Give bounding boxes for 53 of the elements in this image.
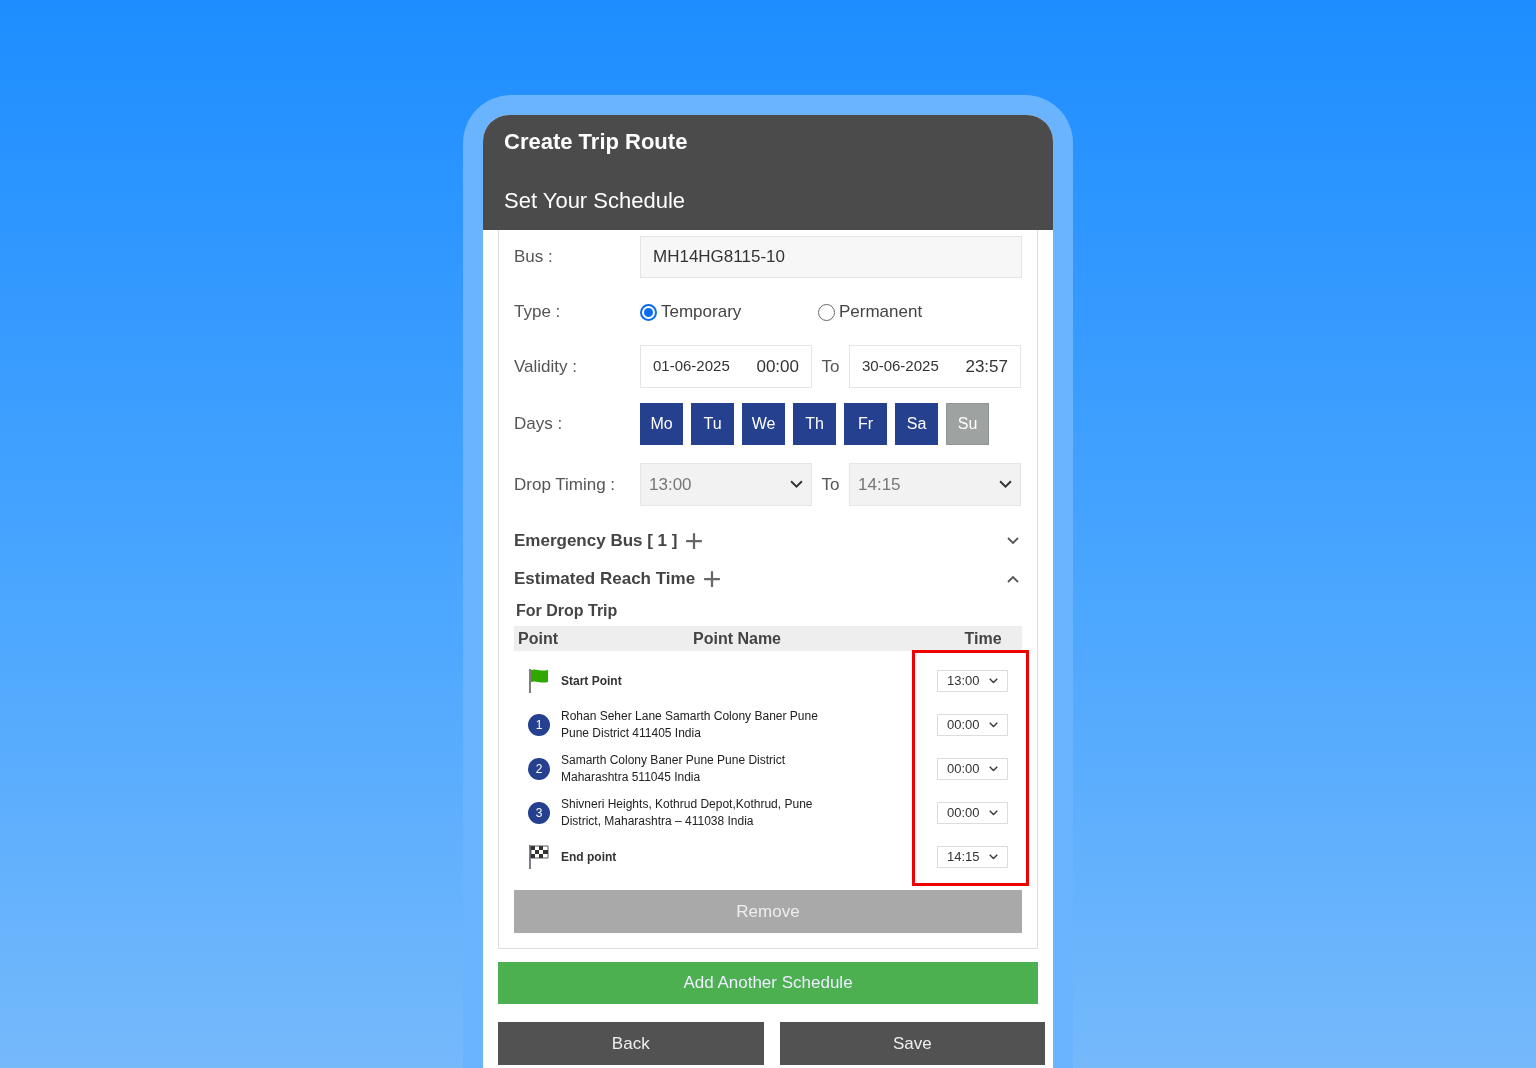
field-label: Drop Timing : (514, 473, 617, 496)
chevron-down-icon (989, 722, 998, 728)
point-name: Start Point (561, 672, 623, 690)
time-select[interactable]: 00:00 (937, 802, 1008, 824)
chevron-down-icon (989, 810, 998, 816)
time-select[interactable]: 14:15 (849, 463, 1021, 506)
plus-icon[interactable] (703, 570, 722, 588)
field-label: Validity : (514, 355, 578, 378)
page-title: Create Trip Route (504, 128, 689, 156)
to-label: To (820, 355, 841, 378)
point-name: Rohan Seher Lane Samarth Colony Baner Pune Pune District 411405 India (561, 708, 819, 742)
point-name: Shivneri Heights, Kothrud Depot,Kothrud, Pune District, Maharashtra – 411038 India (561, 796, 814, 830)
radio-option[interactable]: Permanent (818, 299, 996, 325)
day-toggle[interactable]: Sa (895, 403, 938, 445)
chevron-down-icon (989, 766, 998, 772)
day-toggle[interactable]: Fr (844, 403, 887, 445)
time-select[interactable]: 00:00 (937, 714, 1008, 736)
date-time-field[interactable]: 01-06-2025 00:00 (640, 345, 812, 388)
stop-number: 2 (528, 758, 550, 780)
day-toggle[interactable]: Th (793, 403, 836, 445)
chevron-up-icon (1007, 575, 1019, 583)
chevron-down-icon (790, 480, 803, 489)
plus-icon[interactable] (685, 532, 704, 550)
table-header: Point Point Name Time (514, 626, 1022, 651)
time-select[interactable]: 13:00 (937, 670, 1008, 692)
chevron-down-icon (989, 678, 998, 684)
time-select[interactable]: 00:00 (937, 758, 1008, 780)
field-label: Days : (514, 413, 564, 436)
section-title[interactable]: Estimated Reach Time (514, 566, 696, 592)
time-select[interactable]: 14:15 (937, 846, 1008, 868)
date-time-field[interactable]: 30-06-2025 23:57 (849, 345, 1021, 388)
field-label: Type : (514, 301, 562, 324)
point-name: End point (561, 848, 618, 866)
save-button[interactable]: Save (779, 1022, 1045, 1065)
field-label: Bus : (514, 246, 554, 269)
chevron-down-icon (999, 480, 1012, 489)
day-toggle[interactable]: We (742, 403, 785, 445)
back-button[interactable]: Back (498, 1022, 764, 1065)
time-select[interactable]: 13:00 (640, 463, 812, 506)
day-toggle[interactable]: Tu (691, 403, 734, 445)
chevron-down-icon (1007, 537, 1019, 545)
day-toggle[interactable]: Mo (640, 403, 683, 445)
stop-number: 3 (528, 802, 550, 824)
point-name: Samarth Colony Baner Pune Pune District Maharashtra 511045 India (561, 752, 787, 786)
stop-number: 1 (528, 714, 550, 736)
radio-button[interactable] (640, 303, 657, 321)
section-title[interactable]: Emergency Bus [ 1 ] (514, 528, 678, 554)
table-title: For Drop Trip (516, 601, 619, 621)
bus-field[interactable]: MH14HG8115-10 (640, 236, 1022, 278)
radio-option[interactable]: Temporary (640, 299, 818, 325)
to-label: To (820, 473, 841, 496)
page-subtitle: Set Your Schedule (504, 187, 687, 215)
chevron-down-icon (989, 854, 998, 860)
